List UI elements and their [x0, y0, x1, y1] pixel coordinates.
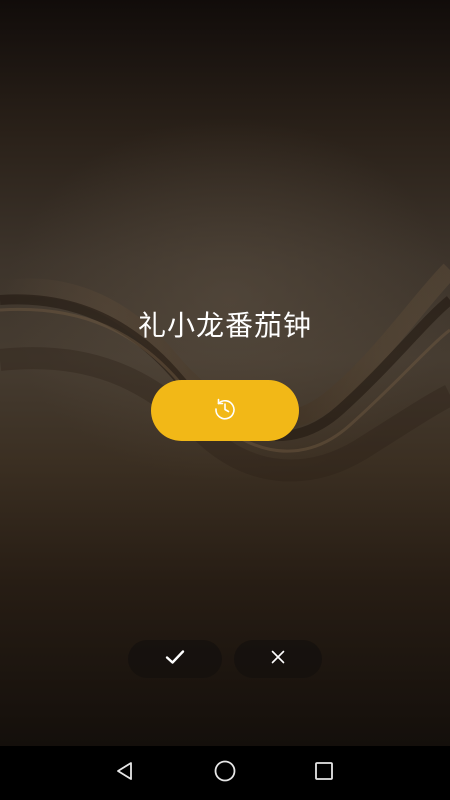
- system-navigation-bar: [0, 746, 450, 800]
- nav-back-button[interactable]: [112, 760, 138, 786]
- confirm-button[interactable]: [128, 640, 222, 678]
- dismiss-button[interactable]: [234, 640, 322, 678]
- wallpaper-background: [0, 0, 450, 746]
- alarm-screen: 礼小龙番茄钟: [0, 0, 450, 800]
- snooze-button[interactable]: [151, 380, 299, 441]
- square-recent-icon: [313, 760, 335, 786]
- triangle-back-icon: [114, 760, 136, 786]
- nav-recent-apps-button[interactable]: [311, 760, 337, 786]
- wallpaper-wave-art: [0, 263, 450, 482]
- check-icon: [164, 646, 186, 672]
- nav-home-button[interactable]: [212, 760, 238, 786]
- circle-home-icon: [213, 759, 237, 787]
- close-icon: [270, 649, 286, 669]
- clock-restart-icon: [211, 395, 239, 427]
- app-title: 礼小龙番茄钟: [137, 309, 312, 342]
